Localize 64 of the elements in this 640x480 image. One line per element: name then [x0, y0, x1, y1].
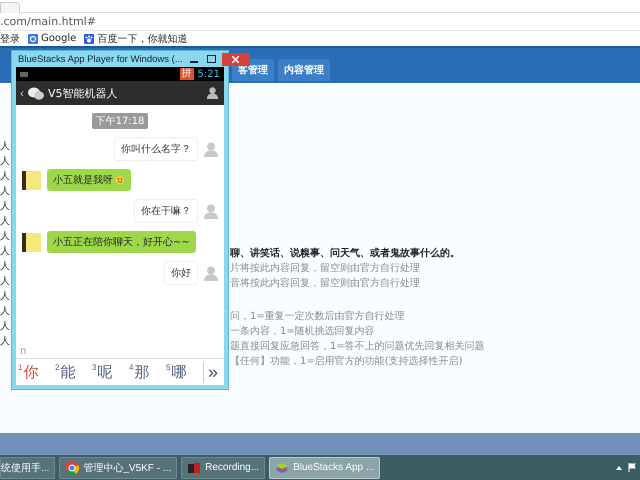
flag-icon[interactable] [628, 463, 636, 472]
message-bubble: 小五就是我呀 [47, 169, 131, 191]
avatar-placeholder [22, 170, 41, 190]
layers-icon [275, 460, 290, 474]
help-text: 【任何】功能，1=启用官方的功能(支持选择性开启) [230, 356, 464, 368]
list-text: 人 [0, 246, 10, 258]
close-icon [232, 56, 240, 62]
candidate-key[interactable]: $^{3}$ 呢 [92, 362, 129, 382]
avatar-placeholder [22, 232, 41, 252]
list-text: 人 [0, 336, 10, 348]
list-text: 人 [0, 276, 10, 288]
list-text: 人 [0, 156, 10, 168]
person-icon[interactable] [207, 87, 218, 99]
help-text: 片将按此内容回复，留空则由官方自行处理 [230, 263, 421, 275]
nav-tab[interactable]: 内容管理 [278, 59, 330, 81]
paw-icon [84, 34, 94, 44]
list-text: 人 [0, 201, 10, 213]
list-text: 人 [0, 231, 10, 243]
list-text: 人 [0, 261, 10, 273]
candidate-key[interactable]: $^{5}$哪 [166, 362, 203, 382]
address-bar[interactable]: .com/main.html# [0, 15, 96, 28]
avatar-icon [204, 142, 218, 156]
list-text: 人 [0, 291, 10, 303]
taskbar-button[interactable]: 管理中心_V5KF - ... [59, 456, 178, 478]
list-text: 人 [0, 321, 10, 333]
list-text: 人 [0, 186, 10, 198]
message-bubble: 你好 [164, 261, 198, 285]
help-text: 一条内容，1=随机挑选回复内容 [230, 326, 376, 338]
taskbar-button[interactable]: Recording... [181, 456, 266, 478]
help-text: 音将按此内容回复，留空则由官方自行处理 [230, 278, 421, 290]
message-bubble: 小五正在陪你聊天，好开心~~ [47, 231, 196, 253]
chat-title: V5智能机器人 [48, 86, 118, 100]
close-button[interactable] [222, 52, 250, 66]
message-bubble: 你在干嘛？ [134, 199, 198, 223]
tray-arrow-icon[interactable] [616, 466, 622, 470]
list-text: 人 [0, 171, 10, 183]
taskbar-button[interactable]: 统使用手... [0, 456, 56, 478]
chrome-icon [65, 460, 80, 474]
bookmark-link[interactable]: 登录 [0, 32, 20, 46]
help-text: 问，1=重复一定次数后由官方自行处理 [230, 311, 406, 323]
bookmark-link[interactable]: Google [41, 33, 76, 44]
avatar-icon [204, 266, 218, 280]
candidate-key[interactable]: $^{4}$那 [129, 362, 166, 382]
window-title: BlueStacks App Player for Windows (... [18, 54, 183, 64]
more-button[interactable]: » [203, 362, 222, 382]
help-text: 题直接回复应急回答，1=答不上的问题优先回复相关问题 [230, 341, 485, 353]
avatar-icon [204, 204, 218, 218]
list-text: 人 [0, 306, 10, 318]
google-icon [28, 34, 38, 44]
back-button[interactable]: ‹ [20, 86, 24, 100]
bookmark-link[interactable]: 百度一下，你就知道 [97, 32, 188, 46]
maximize-icon [207, 55, 216, 63]
help-text: 聊、讲笑话、说糗事、问天气、或者鬼故事什么的。 [230, 248, 461, 260]
list-text: 人 [0, 141, 10, 153]
ime-badge: 拼 [180, 68, 194, 80]
chat-bubbles-icon [28, 86, 44, 100]
candidate-key[interactable]: $^{2}$能 [55, 362, 92, 382]
camera-icon [187, 460, 202, 474]
list-text: 人 [0, 216, 10, 228]
timestamp: 下午17:18 [92, 113, 148, 129]
notification-icon [20, 72, 28, 76]
message-bubble: 你叫什么名字？ [114, 137, 198, 161]
candidate-key[interactable]: $^{1}$你 [18, 362, 55, 382]
status-time: 5:21 [198, 68, 220, 80]
